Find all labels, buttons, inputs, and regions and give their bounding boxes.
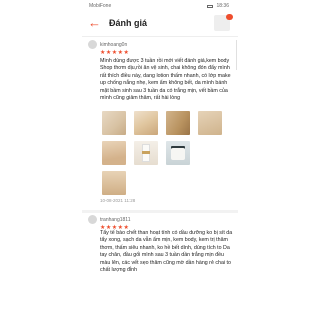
back-arrow-icon[interactable]: ← (88, 16, 102, 30)
review-photo[interactable] (102, 141, 126, 165)
review-photo[interactable] (102, 171, 126, 195)
review-photo-product[interactable] (166, 141, 190, 165)
review-date: 10-08-2021 11:28 (100, 198, 136, 203)
review-text: Tẩy tế bào chết than hoạt tính có dầu dư… (100, 230, 233, 274)
product-label-band (142, 151, 150, 154)
clock-label: 18:36 (216, 3, 229, 9)
avatar[interactable] (88, 215, 97, 224)
page-title: Đánh giá (109, 18, 148, 28)
review-photo[interactable] (166, 111, 190, 135)
review-card: kimhoang0n ★★★★★ Mình dùng được 3 tuần r… (82, 38, 238, 206)
reviewer-name: tranhang1811 (100, 217, 131, 223)
status-bar: MobiFone 18:36 (0, 0, 320, 11)
review-text: Mình dùng được 3 tuần rồi mới viết đánh … (100, 58, 231, 102)
app-header: ← Đánh giá (82, 11, 238, 37)
product-jar-icon (171, 148, 185, 160)
star-rating: ★★★★★ (100, 50, 130, 56)
status-right: 18:36 (207, 3, 229, 9)
cart-badge (226, 14, 233, 20)
review-card: tranhang1811 ★★★★★ Tẩy tế bào chết than … (82, 210, 238, 320)
review-photo[interactable] (134, 111, 158, 135)
battery-icon (207, 4, 214, 8)
review-photo-product[interactable] (134, 141, 158, 165)
review-photo[interactable] (102, 111, 126, 135)
reviewer-name: kimhoang0n (100, 42, 128, 48)
carrier-label: MobiFone (89, 3, 112, 9)
review-photo[interactable] (198, 111, 222, 135)
avatar[interactable] (88, 40, 97, 49)
scrollbar[interactable] (236, 40, 237, 70)
